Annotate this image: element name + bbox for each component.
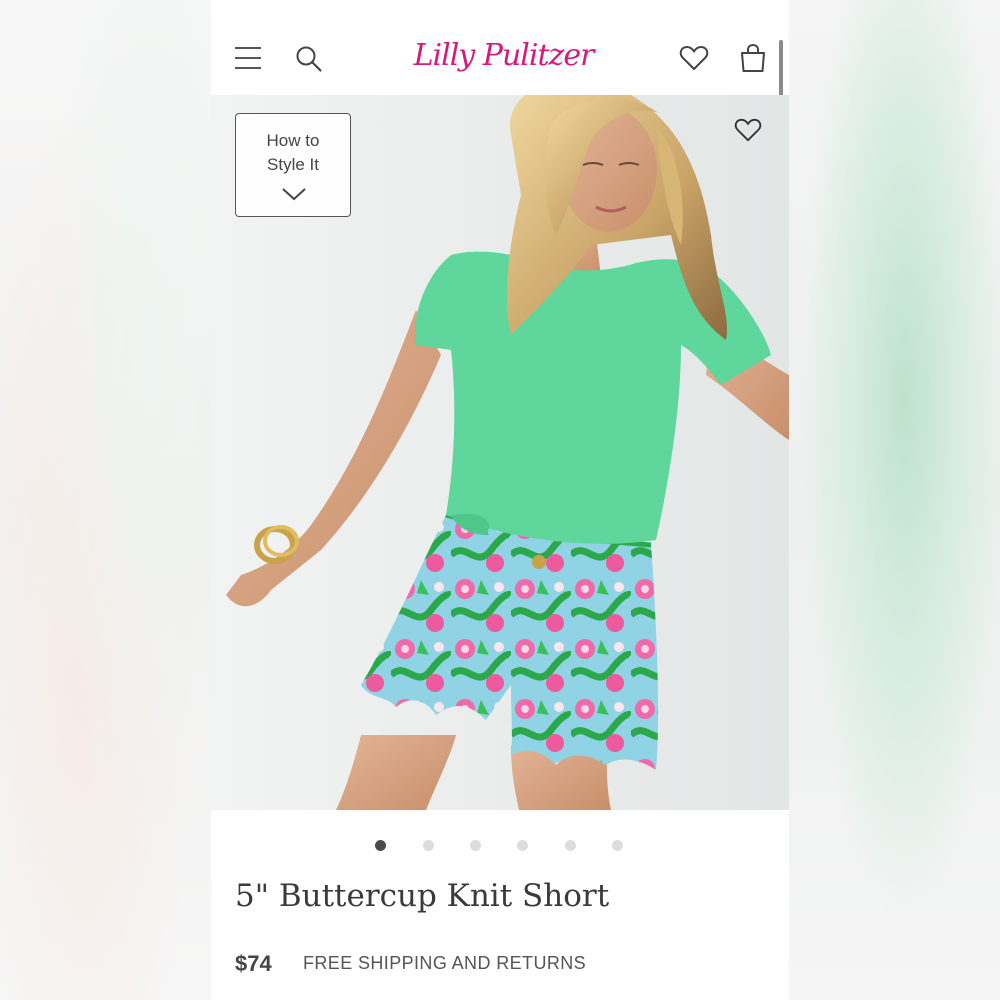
product-title: 5" Buttercup Knit Short	[235, 878, 610, 914]
carousel-dot[interactable]	[565, 840, 576, 851]
favorite-heart-icon[interactable]	[734, 117, 762, 143]
style-it-line1: How to	[266, 131, 320, 150]
shopping-bag-icon[interactable]	[739, 43, 767, 73]
carousel-dot[interactable]	[375, 840, 386, 851]
carousel-dot[interactable]	[423, 840, 434, 851]
brand-logo[interactable]: Lilly Pulitzer	[411, 30, 596, 82]
search-icon[interactable]	[295, 45, 323, 73]
style-it-line2: Style It	[267, 155, 319, 174]
how-to-style-it-button[interactable]: How to Style It	[235, 113, 351, 217]
image-carousel-pagination	[211, 838, 789, 854]
product-price: $74	[235, 951, 272, 976]
product-image[interactable]: How to Style It	[211, 95, 789, 810]
top-navigation-bar: Lilly Pulitzer	[211, 0, 789, 140]
shipping-info[interactable]: FREE SHIPPING AND RETURNS	[303, 953, 586, 974]
chevron-down-icon	[282, 188, 306, 201]
menu-icon[interactable]	[235, 47, 261, 69]
mobile-product-page: Lilly Pulitzer How to Style It 5" Butter…	[211, 0, 789, 1000]
carousel-dot[interactable]	[517, 840, 528, 851]
right-blurred-background	[789, 0, 1000, 1000]
carousel-dot[interactable]	[612, 840, 623, 851]
heart-icon[interactable]	[679, 44, 709, 72]
carousel-dot[interactable]	[470, 840, 481, 851]
left-blurred-background	[0, 0, 211, 1000]
